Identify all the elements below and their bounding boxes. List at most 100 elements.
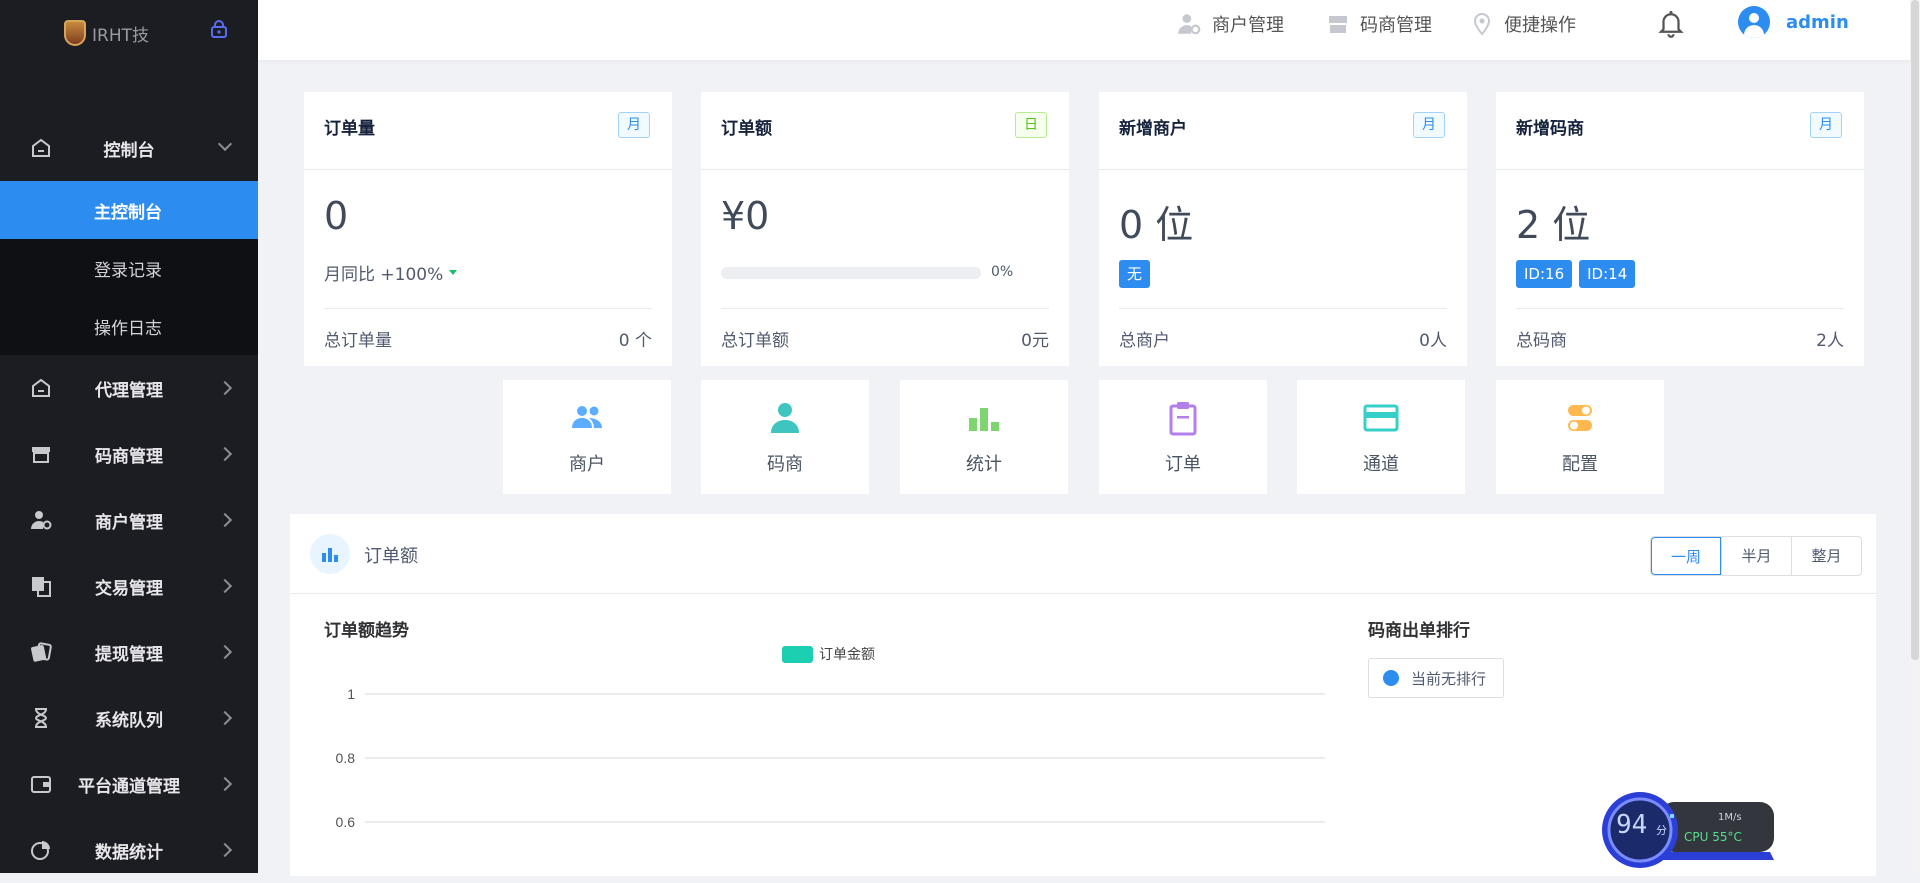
shortcut-label: 通道	[1363, 454, 1399, 475]
shortcut-orders[interactable]: 订单	[1099, 380, 1267, 494]
card-title: 订单量	[324, 119, 375, 139]
sidebar-item-label: 控制台	[103, 140, 155, 161]
period-month-button[interactable]: 整月	[1791, 537, 1861, 575]
legend-label: 订单金额	[819, 647, 875, 663]
top-nav-merchant[interactable]: 商户管理	[1176, 0, 1284, 48]
logo[interactable]: IRHT技	[64, 20, 149, 46]
avatar	[1738, 6, 1770, 38]
stat-card-new-merchants: 新增商户 月 0 位 无 总商户 0人	[1099, 92, 1467, 366]
location-icon	[1473, 12, 1491, 36]
progress-text: 0%	[991, 264, 1014, 280]
bell-icon[interactable]	[1656, 8, 1686, 38]
shortcut-channel[interactable]: 通道	[1297, 380, 1465, 494]
card-value: ¥0	[721, 194, 770, 238]
card-icon	[1363, 404, 1399, 432]
users-icon	[572, 406, 602, 428]
period-selector: 一周 半月 整月	[1650, 536, 1862, 576]
card-footer: 总商户 0人	[1119, 308, 1447, 368]
sidebar-menu: 控制台 主控制台 登录记录 操作日志 代理管理 码商管理 商户管理 交易管理 提…	[0, 115, 258, 883]
y-tick-label: 0.6	[336, 814, 356, 830]
badge-list: ID:16 ID:14	[1516, 260, 1636, 288]
sidebar-subitem-operation-log[interactable]: 操作日志	[0, 297, 258, 355]
card-footer: 总码商 2人	[1516, 308, 1844, 368]
y-tick-label: 1	[347, 686, 355, 702]
top-nav-label: 便捷操作	[1504, 15, 1576, 36]
period-tag: 日	[1015, 112, 1047, 138]
widget-score: 94	[1616, 810, 1648, 840]
foot-value: 0 个	[618, 331, 652, 351]
chart-title: 订单额趋势	[324, 621, 409, 641]
logo-crest-icon	[64, 20, 86, 46]
sidebar-item-withdraw[interactable]: 提现管理	[0, 619, 258, 685]
sidebar-item-merchant[interactable]: 商户管理	[0, 487, 258, 553]
user-menu[interactable]: admin	[1738, 6, 1849, 38]
card-value: 0 位	[1119, 203, 1194, 247]
card-footer: 总订单量 0 个	[324, 308, 652, 368]
foot-label: 总码商	[1516, 331, 1567, 351]
card-title: 订单额	[721, 119, 772, 139]
order-amount-chart: 1 0.8 0.6	[336, 686, 1325, 830]
y-tick-label: 0.8	[336, 750, 356, 766]
ranking-title: 码商出单排行	[1368, 621, 1470, 641]
sidebar-item-dashboard[interactable]: 控制台	[0, 115, 258, 181]
stat-card-order-count: 订单量 月 0 月同比 +100% 总订单量 0 个	[304, 92, 672, 366]
period-tag: 月	[1810, 112, 1842, 138]
sidebar-subitem-main-dashboard[interactable]: 主控制台	[0, 181, 258, 239]
card-value: 0	[324, 194, 349, 238]
widget-speed: 1M/s	[1718, 812, 1742, 823]
badge: 无	[1119, 260, 1151, 288]
card-compare: 月同比 +100%	[324, 260, 458, 285]
bar-chart-icon	[969, 408, 999, 431]
badge: ID:16	[1516, 260, 1573, 288]
top-nav-quick-ops[interactable]: 便捷操作	[1470, 0, 1576, 48]
top-nav-code-merchant[interactable]: 码商管理	[1326, 0, 1432, 48]
system-monitor-widget[interactable]: 94 分 1M/s CPU 55°C	[1600, 790, 1778, 870]
sidebar-item-platform-channel[interactable]: 平台通道管理	[0, 751, 258, 817]
toggle-icon	[1568, 405, 1592, 431]
ranking-empty: 当前无排行	[1368, 658, 1504, 698]
sidebar-submenu: 主控制台 登录记录 操作日志	[0, 181, 258, 355]
shortcut-statistics[interactable]: 统计	[900, 380, 1068, 494]
sidebar-item-queue[interactable]: 系统队列	[0, 685, 258, 751]
card-title: 新增码商	[1516, 119, 1584, 139]
sidebar-item-agent[interactable]: 代理管理	[0, 355, 258, 421]
shortcut-label: 统计	[966, 454, 1002, 475]
widget-cpu: CPU 55°C	[1684, 830, 1742, 844]
foot-label: 总订单额	[721, 331, 789, 351]
foot-value: 2人	[1816, 331, 1844, 351]
sidebar-item-code-merchant[interactable]: 码商管理	[0, 421, 258, 487]
period-tag: 月	[618, 112, 650, 138]
logo-text: IRHT技	[92, 25, 149, 46]
period-half-month-button[interactable]: 半月	[1721, 537, 1791, 575]
sidebar-subitem-login-log[interactable]: 登录记录	[0, 239, 258, 297]
username: admin	[1786, 11, 1849, 33]
shortcut-code-merchant[interactable]: 码商	[701, 380, 869, 494]
status-dot-icon	[1383, 670, 1399, 686]
top-bar: 商户管理 码商管理 便捷操作 admin	[258, 0, 1910, 60]
shortcut-config[interactable]: 配置	[1496, 380, 1664, 494]
shortcut-label: 码商	[767, 454, 803, 475]
compare-text: 月同比 +100%	[324, 265, 444, 285]
foot-value: 0人	[1419, 331, 1447, 351]
foot-value: 0元	[1021, 331, 1049, 351]
ranking-empty-text: 当前无排行	[1411, 669, 1487, 688]
panel-title: 订单额	[364, 546, 418, 567]
period-week-button[interactable]: 一周	[1651, 537, 1721, 575]
scrollbar-thumb[interactable]	[1911, 0, 1919, 660]
card-value: 2 位	[1516, 203, 1591, 247]
card-footer: 总订单额 0元	[721, 308, 1049, 368]
badge-list: 无	[1119, 260, 1151, 288]
lock-icon[interactable]	[210, 20, 228, 38]
shortcut-label: 配置	[1562, 454, 1598, 475]
period-tag: 月	[1413, 112, 1445, 138]
card-title: 新增商户	[1119, 119, 1187, 139]
page-scrollbar[interactable]	[1910, 0, 1920, 873]
sidebar-item-statistics[interactable]: 数据统计	[0, 817, 258, 883]
sidebar-item-transaction[interactable]: 交易管理	[0, 553, 258, 619]
store-icon	[1329, 16, 1347, 33]
shortcut-merchant[interactable]: 商户	[503, 380, 671, 494]
clipboard-icon	[1169, 402, 1197, 436]
bar-chart-icon	[310, 534, 350, 574]
chart-legend[interactable]: 订单金额	[782, 644, 875, 664]
top-nav-label: 码商管理	[1360, 15, 1432, 36]
